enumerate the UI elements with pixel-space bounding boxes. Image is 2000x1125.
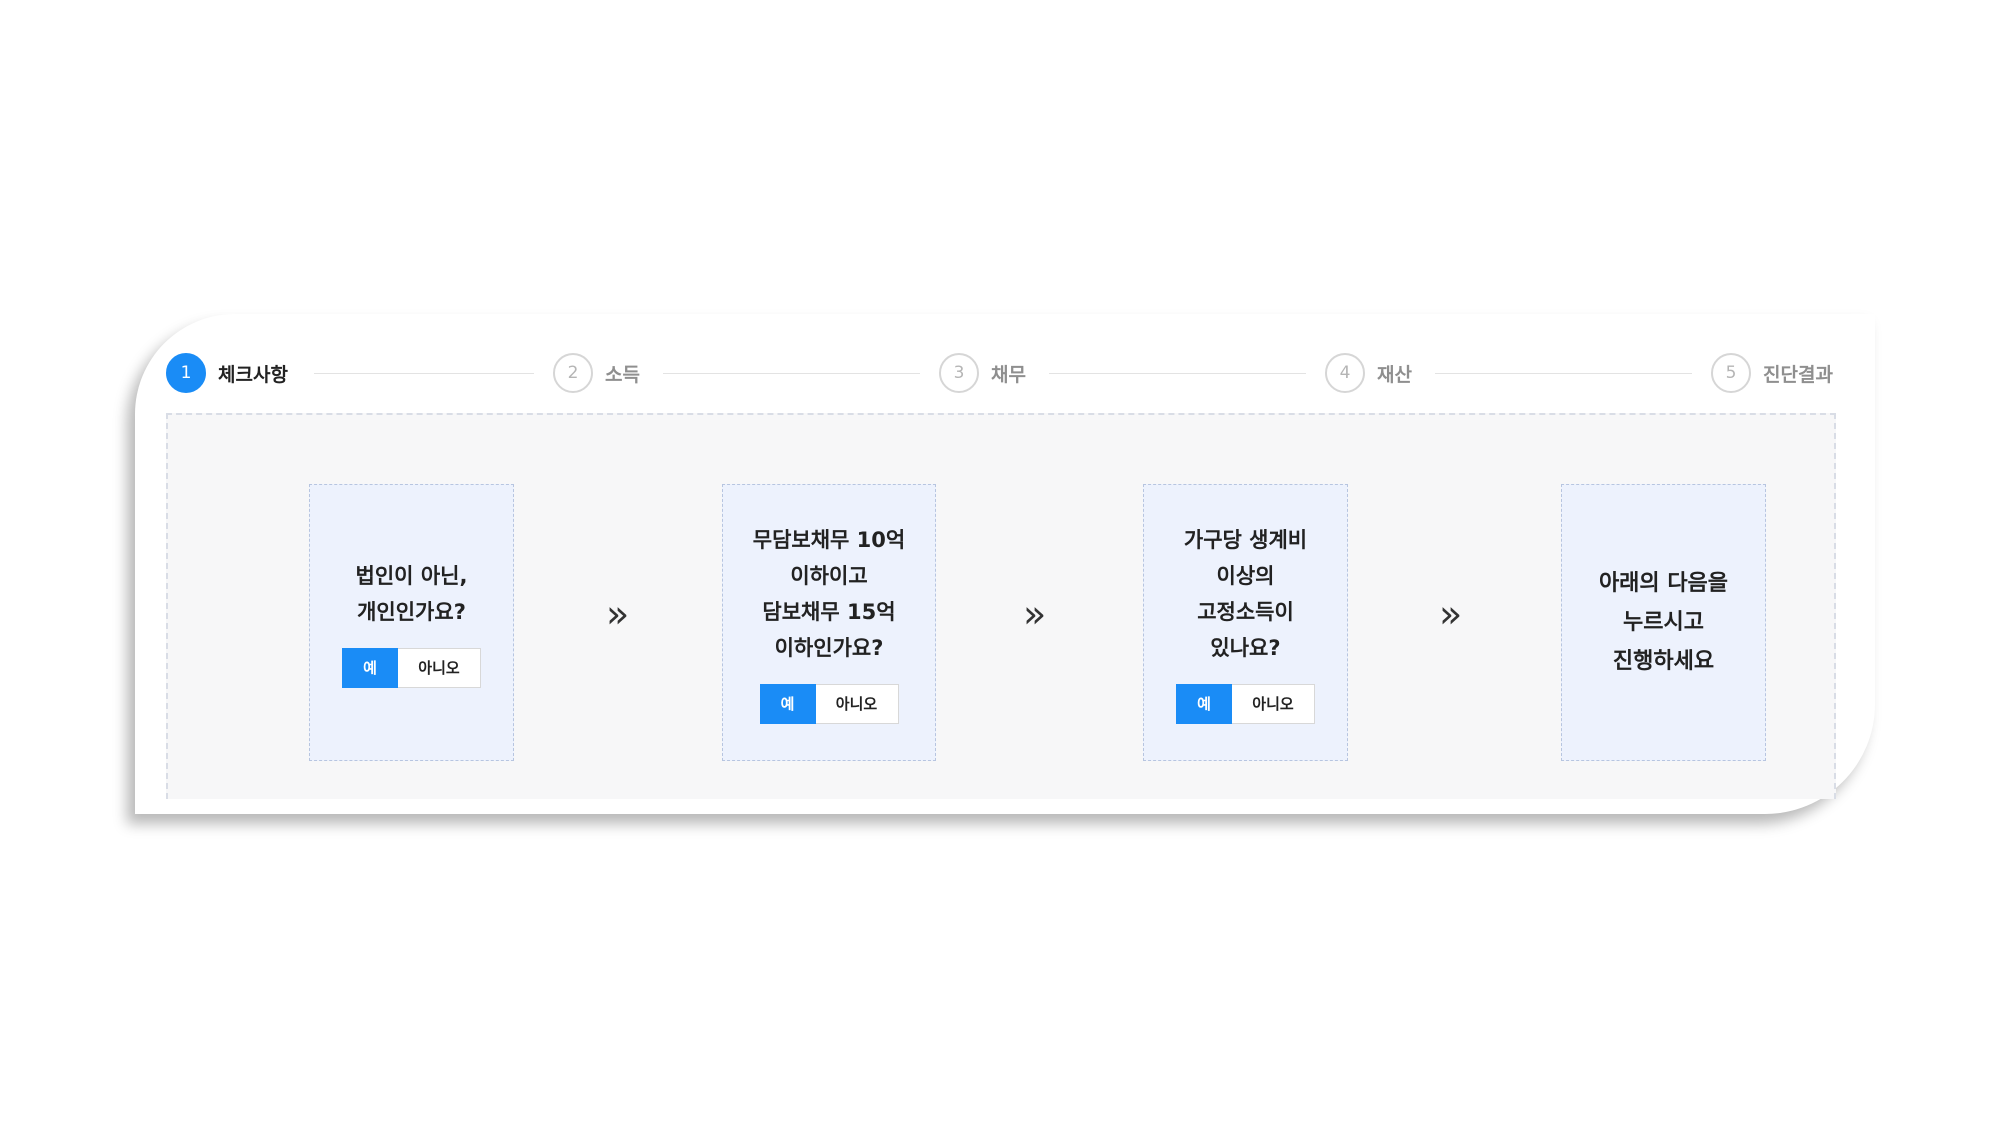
no-button[interactable]: 아니오	[1232, 683, 1315, 724]
final-instruction-box: 아래의 다음을 누르시고 진행하세요	[1561, 484, 1766, 761]
yes-button[interactable]: 예	[342, 647, 398, 688]
no-button[interactable]: 아니오	[398, 647, 481, 688]
next-arrow-icon: »	[1439, 592, 1463, 636]
question-text: 가구당 생계비 이상의 고정소득이 있나요?	[1183, 527, 1308, 660]
step-label: 재산	[1377, 363, 1412, 386]
answer-buttons: 예 아니오	[759, 683, 899, 724]
answer-buttons: 예 아니오	[342, 647, 481, 688]
step-label: 진단결과	[1763, 363, 1833, 386]
step-3[interactable]: 3 채무	[939, 352, 1026, 394]
step-5[interactable]: 5 진단결과	[1711, 352, 1833, 394]
step-label: 소득	[605, 363, 640, 386]
next-arrow-icon: »	[606, 592, 630, 636]
step-connector	[1435, 373, 1692, 374]
step-label: 체크사항	[218, 363, 288, 386]
answer-buttons: 예 아니오	[1176, 683, 1315, 724]
step-number: 3	[939, 353, 979, 393]
step-number: 2	[553, 353, 593, 393]
step-connector	[663, 373, 920, 374]
question-text: 법인이 아닌, 개인인가요?	[355, 563, 468, 624]
final-instruction-text: 아래의 다음을 누르시고 진행하세요	[1598, 571, 1729, 674]
step-1[interactable]: 1 체크사항	[166, 352, 288, 394]
step-number: 5	[1711, 353, 1751, 393]
question-text: 무담보채무 10억 이하이고 담보채무 15억 이하인가요?	[752, 527, 906, 660]
step-label: 채무	[991, 363, 1026, 386]
step-4[interactable]: 4 재산	[1325, 352, 1412, 394]
question-box-2: 무담보채무 10억 이하이고 담보채무 15억 이하인가요? 예 아니오	[722, 484, 936, 761]
step-number: 4	[1325, 353, 1365, 393]
step-connector	[1049, 373, 1306, 374]
step-connector	[314, 373, 534, 374]
step-indicator: 1 체크사항 2 소득 3 채무 4 재산 5 진단결과	[166, 352, 1836, 394]
question-box-1: 법인이 아닌, 개인인가요? 예 아니오	[309, 484, 514, 761]
step-2[interactable]: 2 소득	[553, 352, 640, 394]
step-number: 1	[166, 353, 206, 393]
question-box-3: 가구당 생계비 이상의 고정소득이 있나요? 예 아니오	[1143, 484, 1348, 761]
next-arrow-icon: »	[1023, 592, 1047, 636]
no-button[interactable]: 아니오	[815, 683, 899, 724]
yes-button[interactable]: 예	[759, 683, 816, 724]
yes-button[interactable]: 예	[1176, 683, 1232, 724]
